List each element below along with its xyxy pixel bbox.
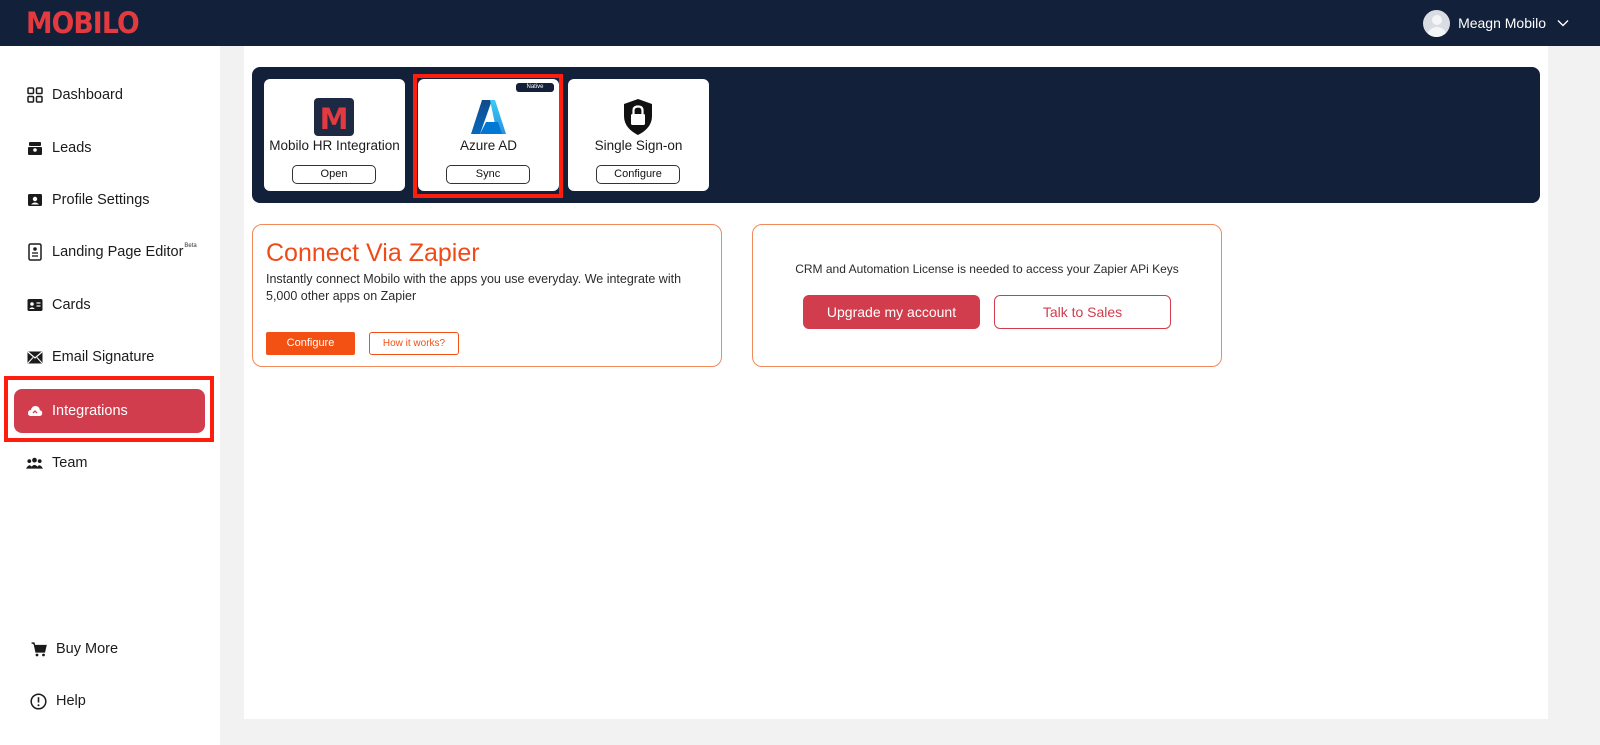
zapier-card: Connect Via Zapier Instantly connect Mob… (252, 224, 722, 367)
beta-badge: Beta (184, 243, 197, 249)
id-card-icon (26, 297, 43, 314)
sidebar-item-profile-settings[interactable]: Profile Settings (14, 178, 205, 222)
team-icon (26, 455, 43, 472)
user-name[interactable]: Meagn Mobilo (1458, 15, 1546, 31)
sidebar-item-label: Help (56, 693, 86, 709)
cart-icon (30, 641, 47, 658)
info-circle-icon (30, 692, 47, 710)
svg-text:M: M (320, 102, 349, 136)
integration-title: Mobilo HR Integration (269, 138, 400, 153)
sidebar-item-label: Team (52, 455, 88, 471)
license-message: CRM and Automation License is needed to … (795, 262, 1179, 276)
sidebar-item-leads[interactable]: Leads (14, 126, 205, 170)
highlight-box (413, 74, 563, 198)
sidebar-item-email-signature[interactable]: Email Signature (14, 335, 205, 379)
sidebar-item-cards[interactable]: Cards (14, 283, 205, 327)
integration-card-sso: Single Sign-on Configure (568, 79, 709, 191)
avatar[interactable] (1423, 9, 1451, 37)
open-button[interactable]: Open (292, 165, 376, 184)
sidebar-item-help[interactable]: Help (18, 679, 209, 723)
envelope-icon (26, 349, 43, 366)
dashboard-grid-icon (26, 87, 43, 104)
sidebar-item-label: Profile Settings (52, 192, 150, 208)
top-bar: MOBILO Meagn Mobilo (0, 0, 1600, 46)
chevron-down-icon[interactable] (1556, 16, 1570, 30)
sidebar-item-label: Buy More (56, 641, 119, 657)
how-it-works-button[interactable]: How it works? (369, 332, 459, 355)
highlight-box (4, 376, 214, 442)
license-card: CRM and Automation License is needed to … (752, 224, 1222, 367)
mobilo-logo[interactable]: MOBILO (26, 6, 140, 40)
sidebar-item-dashboard[interactable]: Dashboard (14, 73, 205, 117)
mobilo-m-icon: M (314, 98, 354, 136)
profile-card-icon (26, 192, 43, 209)
zapier-description: Instantly connect Mobilo with the apps y… (266, 272, 682, 303)
sidebar-item-label: Leads (52, 140, 92, 156)
sidebar-item-label: Dashboard (52, 87, 123, 103)
zapier-configure-button[interactable]: Configure (266, 332, 355, 355)
configure-sso-button[interactable]: Configure (596, 165, 680, 184)
sidebar-item-landing-page-editor[interactable]: Landing Page Editor Beta (14, 230, 205, 274)
user-menu[interactable]: Meagn Mobilo (1423, 9, 1570, 37)
sidebar-item-label: Email Signature (52, 349, 155, 365)
sidebar-item-label: Landing Page Editor (52, 244, 184, 260)
sidebar-item-label: Cards (52, 297, 91, 313)
document-icon (26, 243, 43, 261)
sidebar-item-buy-more[interactable]: Buy More (18, 627, 209, 671)
sidebar-item-team[interactable]: Team (14, 441, 205, 485)
shield-lock-icon (624, 99, 652, 135)
integration-title: Single Sign-on (594, 138, 683, 153)
leads-icon (26, 140, 43, 157)
zapier-title: Connect Via Zapier (266, 239, 480, 267)
talk-to-sales-button[interactable]: Talk to Sales (994, 295, 1171, 329)
integration-card-mobilo-hr: M Mobilo HR Integration Open (264, 79, 405, 191)
upgrade-account-button[interactable]: Upgrade my account (803, 295, 980, 329)
